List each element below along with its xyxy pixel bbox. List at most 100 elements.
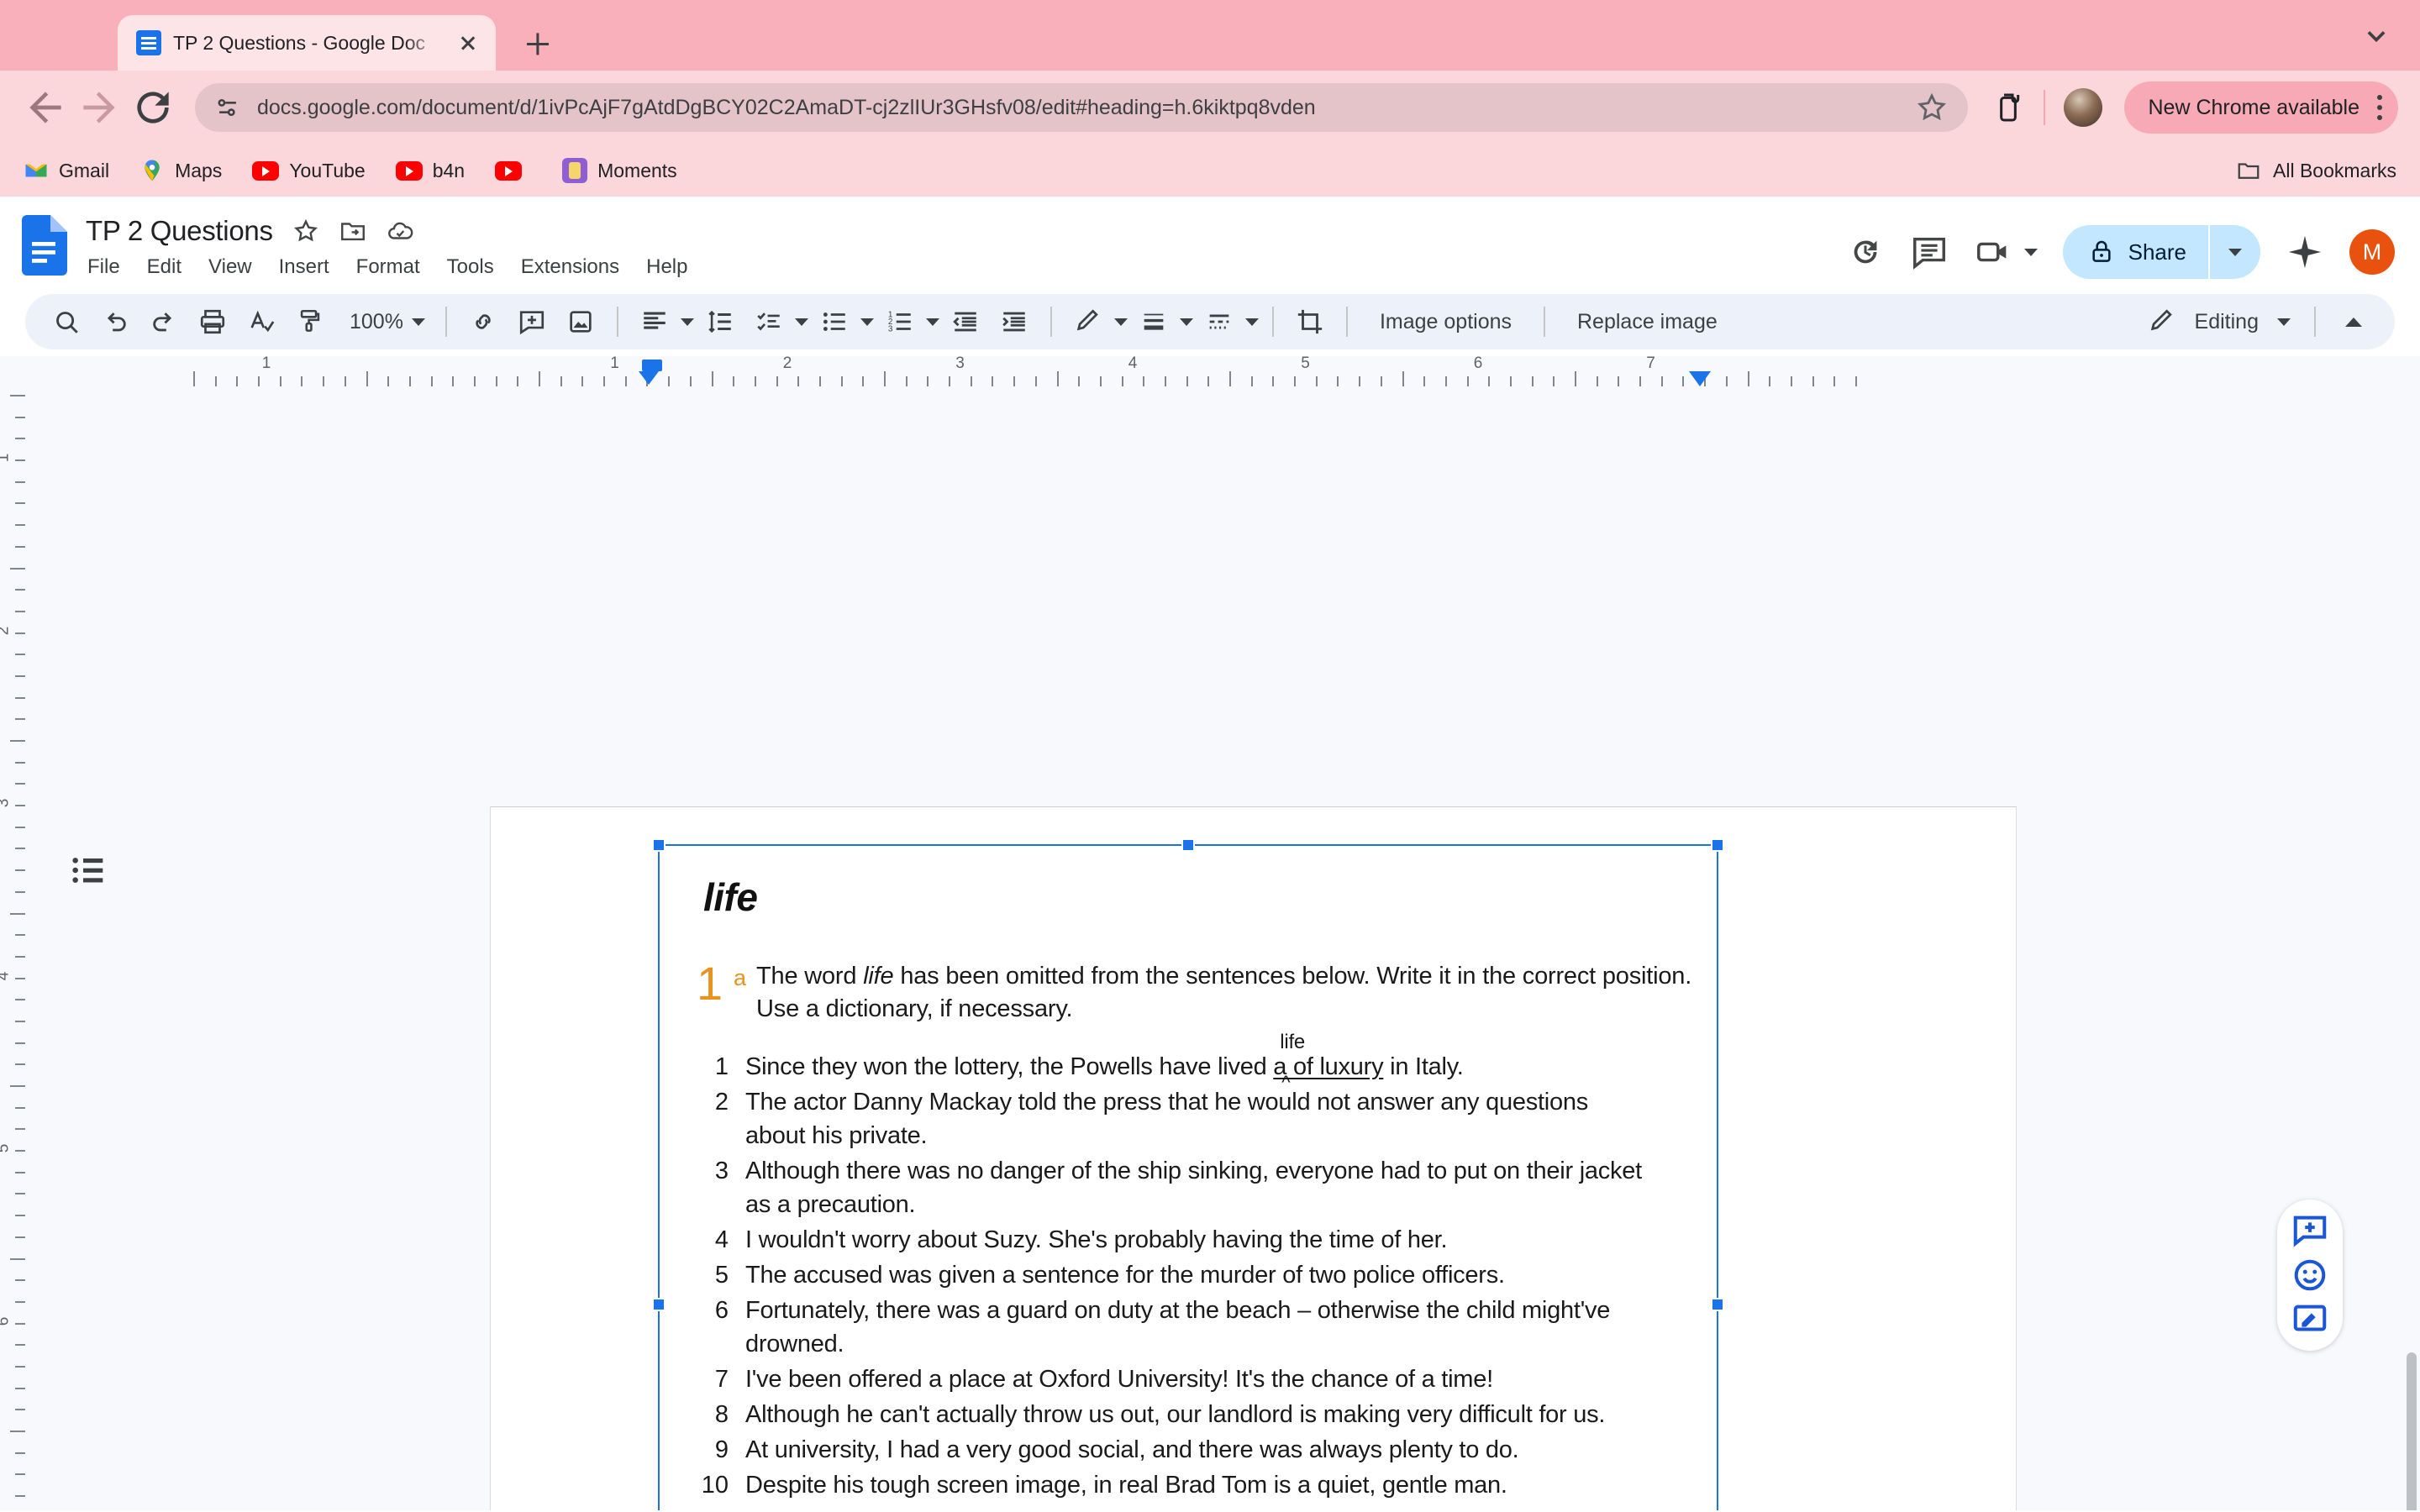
menu-tools[interactable]: Tools [447, 255, 494, 279]
address-bar[interactable]: docs.google.com/document/d/1ivPcAjF7gAtd… [195, 83, 1969, 132]
bookmark-maps[interactable]: Maps [139, 158, 222, 183]
bookmark-youtube[interactable]: YouTube [252, 160, 366, 182]
suggest-edit-icon[interactable] [2291, 1300, 2329, 1339]
crop-icon[interactable] [1287, 299, 1333, 344]
menu-file[interactable]: File [87, 255, 120, 279]
insert-image-icon[interactable] [558, 299, 603, 344]
meet-camera-icon[interactable] [1974, 233, 2012, 271]
gemini-sparkle-icon[interactable] [2286, 233, 2324, 271]
document-title[interactable]: TP 2 Questions [86, 215, 273, 247]
checklist-icon[interactable] [746, 299, 792, 344]
move-to-folder-icon[interactable] [339, 217, 367, 245]
cloud-saved-icon[interactable] [386, 217, 414, 245]
image-options-button[interactable]: Image options [1361, 310, 1530, 334]
ruler-number: 4 [1128, 354, 1138, 372]
question-instruction: The word life has been omitted from the … [756, 960, 1695, 1026]
resize-handle-top-right[interactable] [1711, 838, 1724, 852]
vertical-ruler[interactable]: 1 2 3 4 5 6 [0, 386, 25, 1510]
print-icon[interactable] [190, 299, 235, 344]
menu-view[interactable]: View [208, 255, 252, 279]
vertical-scrollbar[interactable] [2407, 1352, 2417, 1510]
add-comment-icon[interactable] [509, 299, 555, 344]
chevron-down-icon[interactable] [1113, 318, 1128, 326]
resize-handle-top-center[interactable] [1181, 838, 1195, 852]
share-dropdown-button[interactable] [2208, 225, 2260, 279]
reload-icon[interactable] [129, 84, 176, 131]
ruler-number: 6 [1473, 354, 1483, 372]
google-docs-logo-icon[interactable] [20, 215, 67, 276]
back-icon[interactable] [22, 84, 69, 131]
chevron-down-icon[interactable] [2023, 248, 2038, 256]
bookmark-untitled[interactable] [495, 160, 532, 181]
all-bookmarks-button[interactable]: All Bookmarks [2236, 158, 2396, 183]
meet-button[interactable] [1974, 233, 2038, 271]
share-label: Share [2128, 239, 2186, 265]
new-tab-button[interactable] [514, 20, 561, 67]
menu-format[interactable]: Format [356, 255, 420, 279]
bookmark-star-icon[interactable] [1914, 90, 1949, 125]
chrome-menu-icon[interactable] [2373, 90, 2386, 125]
numbered-list-icon[interactable]: 123 [877, 299, 923, 344]
menu-insert[interactable]: Insert [279, 255, 329, 279]
undo-icon[interactable] [92, 299, 138, 344]
replace-image-button[interactable]: Replace image [1559, 310, 1736, 334]
chevron-down-icon[interactable] [794, 318, 808, 326]
chevron-down-icon[interactable] [925, 318, 939, 326]
align-icon[interactable] [632, 299, 677, 344]
search-icon[interactable] [44, 299, 89, 344]
share-button[interactable]: Share [2062, 225, 2260, 279]
update-chrome-button[interactable]: New Chrome available [2124, 81, 2398, 134]
ruler-tick [905, 376, 908, 386]
browser-tab[interactable]: TP 2 Questions - Google Doc [118, 15, 496, 71]
border-color-icon[interactable] [1065, 299, 1111, 344]
bookmark-b4n[interactable]: b4n [395, 160, 465, 182]
show-document-outline-button[interactable] [66, 847, 113, 894]
forward-icon[interactable] [76, 84, 123, 131]
menu-help[interactable]: Help [646, 255, 687, 279]
bookmark-gmail[interactable]: Gmail [24, 158, 109, 183]
add-comment-icon[interactable] [2291, 1211, 2329, 1250]
add-reaction-icon[interactable] [2291, 1256, 2329, 1294]
hide-toolbar-button[interactable] [2331, 299, 2376, 344]
chevron-down-icon[interactable] [2358, 17, 2395, 54]
menu-edit[interactable]: Edit [147, 255, 182, 279]
version-history-icon[interactable] [1846, 233, 1885, 271]
user-avatar[interactable]: M [2349, 229, 2395, 275]
close-icon[interactable] [454, 29, 482, 57]
comment-history-icon[interactable] [1910, 233, 1949, 271]
resize-handle-top-left[interactable] [652, 838, 666, 852]
zoom-selector[interactable]: 100% [336, 300, 432, 344]
bookmark-moments[interactable]: Moments [562, 158, 677, 183]
border-weight-icon[interactable] [1131, 299, 1176, 344]
line-spacing-icon[interactable] [697, 299, 743, 344]
chevron-down-icon[interactable] [860, 318, 874, 326]
site-settings-icon[interactable] [213, 93, 242, 122]
spellcheck-icon[interactable] [239, 299, 284, 344]
ruler-tick [15, 1215, 25, 1217]
profile-avatar[interactable] [2064, 88, 2103, 127]
extensions-icon[interactable] [1991, 91, 2025, 124]
editing-mode-button[interactable]: Editing [2134, 307, 2299, 336]
right-indent-marker[interactable] [1689, 371, 1711, 386]
selected-image[interactable]: life 1 a The word life has been omitted … [652, 838, 1724, 1510]
left-indent-marker[interactable] [642, 360, 662, 371]
first-line-indent-marker[interactable] [639, 371, 659, 385]
resize-handle-middle-right[interactable] [1711, 1298, 1724, 1311]
sentence-number: 2 [714, 1088, 729, 1116]
chevron-down-icon[interactable] [680, 318, 694, 326]
chevron-down-icon[interactable] [1244, 318, 1259, 326]
ruler-tick [862, 376, 865, 386]
paint-format-icon[interactable] [287, 299, 333, 344]
increase-indent-icon[interactable] [992, 299, 1037, 344]
horizontal-ruler[interactable]: 1 1 2 3 4 5 6 7 [0, 354, 2420, 386]
menu-extensions[interactable]: Extensions [521, 255, 619, 279]
resize-handle-middle-left[interactable] [652, 1298, 666, 1311]
ruler-tick [539, 371, 540, 386]
bulleted-list-icon[interactable] [812, 299, 857, 344]
star-icon[interactable] [292, 217, 320, 245]
decrease-indent-icon[interactable] [943, 299, 988, 344]
link-icon[interactable] [460, 299, 506, 344]
border-dash-icon[interactable] [1197, 299, 1242, 344]
chevron-down-icon[interactable] [1179, 318, 1193, 326]
redo-icon[interactable] [141, 299, 187, 344]
